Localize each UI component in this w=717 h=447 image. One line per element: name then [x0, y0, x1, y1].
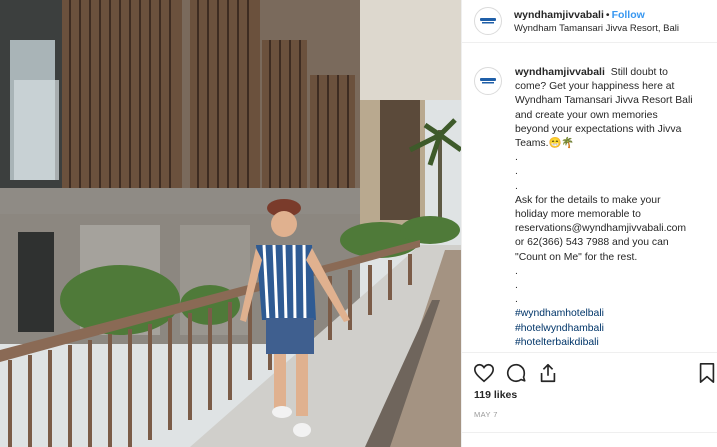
caption-username[interactable]: wyndhamjivvabali [515, 66, 605, 78]
avatar[interactable] [474, 7, 502, 35]
hashtag-link[interactable]: #hotelterbaikdibali [515, 336, 710, 350]
comment-icon[interactable] [505, 362, 527, 384]
comment-input-area[interactable] [462, 432, 717, 447]
wyndham-logo-icon [480, 18, 496, 24]
location-link[interactable]: Wyndham Tamansari Jivva Resort, Bali [514, 22, 679, 36]
share-icon[interactable] [537, 362, 559, 384]
caption-line: holiday more memorable to [515, 209, 641, 221]
caption-line: "Count on Me" for the rest. [515, 251, 638, 263]
action-bar [462, 352, 717, 394]
post-header: wyndhamjivvabali • Follow Wyndham Tamansar… [462, 0, 717, 43]
caption-line: . [515, 180, 518, 192]
caption-line: Ask for the details to make your [515, 194, 661, 206]
caption-line: Teams.😁🌴 [515, 138, 575, 150]
caption-line: beyond your expectations with Jivva [515, 123, 682, 135]
wyndham-logo-icon [480, 78, 496, 84]
post-date[interactable]: MAY 7 [474, 410, 498, 419]
caption-line: . [515, 166, 518, 178]
caption-line: . [515, 265, 518, 277]
heart-icon[interactable] [473, 362, 495, 384]
hashtag-link[interactable]: #wyndhamhotelbali [515, 307, 710, 321]
caption-avatar[interactable] [474, 67, 502, 95]
caption-line: and create your own memories [515, 109, 658, 121]
caption-line: reservations@wyndhamjivvabali.com [515, 223, 687, 235]
header-meta: wyndhamjivvabali • Follow Wyndham Tamansar… [514, 7, 679, 36]
header-username[interactable]: wyndhamjivvabali [514, 9, 604, 21]
likes-count[interactable]: 119 likes [474, 389, 517, 401]
separator-dot: • [605, 8, 610, 21]
caption-text: wyndhamjivvabali Still doubt to come? Ge… [515, 65, 710, 352]
bookmark-icon[interactable] [696, 362, 717, 384]
caption-line: or 62(366) 543 7988 and you can [515, 237, 669, 249]
hashtag-link[interactable]: #hotelwyndhambali [515, 322, 710, 336]
caption-line: Wyndham Tamansari Jivva Resort Bali [515, 95, 693, 107]
caption-line: come? Get your happiness here at [515, 81, 675, 93]
follow-button[interactable]: Follow [612, 9, 645, 21]
caption-line: . [515, 280, 518, 292]
caption-line: Still doubt to [610, 67, 668, 78]
post-photo[interactable] [0, 0, 461, 447]
caption-line: . [515, 294, 518, 306]
caption-line: . [515, 152, 518, 164]
photo-illustration [0, 0, 461, 447]
post-details-panel: wyndhamjivvabali • Follow Wyndham Tamansar… [461, 0, 717, 447]
caption-block: wyndhamjivvabali Still doubt to come? Ge… [462, 43, 717, 352]
